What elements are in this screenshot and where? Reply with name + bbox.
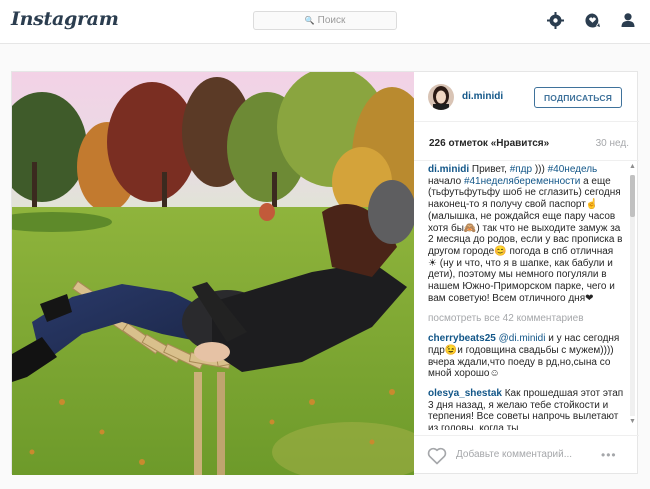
caption-author[interactable]: di.minidi bbox=[428, 164, 469, 175]
caption-text: начало bbox=[428, 175, 464, 187]
view-all-comments-link[interactable]: посмотреть все 42 комментариев bbox=[428, 313, 624, 325]
post-meta: 226 отметок «Нравится» 30 нед. bbox=[429, 138, 629, 152]
comments-scrollbar[interactable]: ▲ ▼ bbox=[627, 163, 637, 428]
post-age[interactable]: 30 нед. bbox=[596, 138, 629, 149]
comment: cherrybeats25 @di.minidi и у нас сегодня… bbox=[428, 333, 624, 380]
follow-button[interactable]: ПОДПИСАТЬСЯ bbox=[534, 87, 622, 108]
post-author-username[interactable]: di.minidi bbox=[462, 91, 503, 102]
top-navigation-bar: Instagram 🔍 Поиск bbox=[0, 0, 650, 44]
caption-text: Привет, bbox=[469, 164, 510, 175]
post-actions: Добавьте комментарий... ••• bbox=[414, 435, 639, 475]
search-icon: 🔍 bbox=[304, 16, 315, 25]
hashtag[interactable]: #40недель bbox=[548, 164, 598, 175]
caption-text: а еще (тьфутьфутьфу шоб не сглазить) сег… bbox=[428, 175, 623, 304]
scroll-down-arrow-icon[interactable]: ▼ bbox=[629, 418, 636, 425]
caption-text: ))) bbox=[532, 164, 548, 175]
scroll-up-arrow-icon[interactable]: ▲ bbox=[629, 163, 636, 170]
more-options-icon[interactable]: ••• bbox=[601, 448, 617, 462]
add-comment-input[interactable]: Добавьте комментарий... bbox=[456, 449, 572, 460]
post-card: di.minidi ПОДПИСАТЬСЯ 226 отметок «Нрави… bbox=[11, 71, 639, 475]
hashtag[interactable]: #41неделябеременности bbox=[464, 176, 580, 187]
search-input[interactable]: 🔍 Поиск bbox=[253, 11, 397, 30]
explore-icon[interactable] bbox=[546, 11, 564, 29]
profile-icon[interactable] bbox=[619, 11, 637, 29]
likes-count[interactable]: 226 отметок «Нравится» bbox=[429, 138, 549, 149]
avatar[interactable] bbox=[428, 84, 454, 110]
instagram-logo[interactable]: Instagram bbox=[11, 8, 119, 30]
comment-mention[interactable]: @di.minidi bbox=[499, 333, 546, 344]
search-placeholder: Поиск bbox=[317, 15, 346, 26]
comment-author[interactable]: olesya_shestak bbox=[428, 388, 502, 399]
scrollbar-thumb[interactable] bbox=[630, 175, 635, 217]
comments-section[interactable]: di.minidi Привет, #пдр ))) #40недель нач… bbox=[414, 160, 639, 430]
comment-author[interactable]: cherrybeats25 bbox=[428, 333, 496, 344]
post-side-panel: di.minidi ПОДПИСАТЬСЯ 226 отметок «Нрави… bbox=[414, 72, 639, 475]
caption: di.minidi Привет, #пдр ))) #40недель нач… bbox=[428, 164, 624, 304]
post-header: di.minidi ПОДПИСАТЬСЯ bbox=[414, 72, 639, 122]
activity-icon[interactable] bbox=[583, 11, 601, 29]
post-photo[interactable] bbox=[12, 72, 414, 475]
comment: olesya_shestak Как прошедшая этот этап 3… bbox=[428, 388, 624, 430]
hashtag[interactable]: #пдр bbox=[510, 164, 532, 175]
like-heart-icon[interactable] bbox=[427, 447, 447, 465]
comments-list: di.minidi Привет, #пдр ))) #40недель нач… bbox=[428, 164, 624, 430]
